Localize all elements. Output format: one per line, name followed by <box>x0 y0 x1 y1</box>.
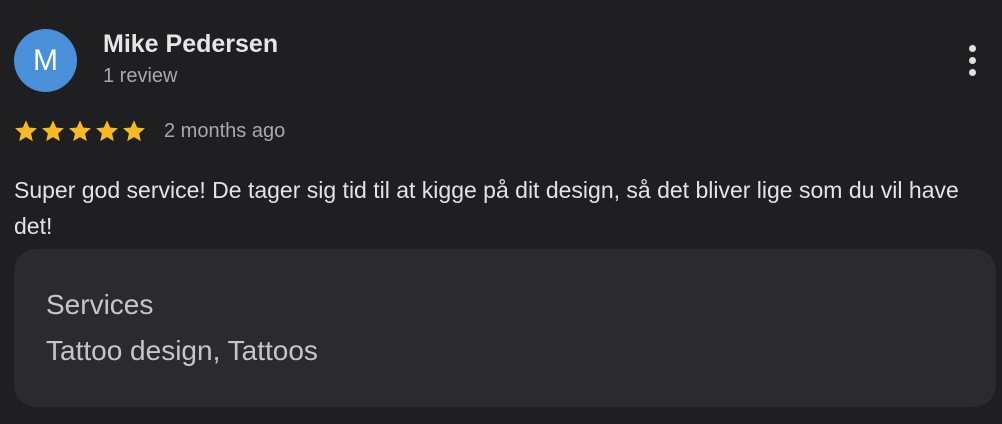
star-icon <box>40 118 66 144</box>
star-rating <box>13 118 147 144</box>
review-date: 2 months ago <box>164 119 286 142</box>
services-section: Services Tattoo design, Tattoos <box>14 249 996 407</box>
star-icon <box>67 118 93 144</box>
services-value: Tattoo design, Tattoos <box>46 335 318 366</box>
star-icon <box>94 118 120 144</box>
more-options-button[interactable] <box>952 38 992 82</box>
star-icon <box>13 118 39 144</box>
avatar-initial: M <box>33 43 58 77</box>
author-name[interactable]: Mike Pedersen <box>103 30 278 59</box>
avatar[interactable]: M <box>14 29 77 92</box>
review-text: Super god service! De tager sig tid til … <box>14 177 959 239</box>
review-card: M Mike Pedersen 1 review 2 months ago Su… <box>0 0 1002 424</box>
star-icon <box>121 118 147 144</box>
rating-row: 2 months ago <box>13 116 285 146</box>
more-vert-icon <box>968 44 976 52</box>
services-label: Services <box>46 289 154 320</box>
author-review-count: 1 review <box>103 65 178 87</box>
